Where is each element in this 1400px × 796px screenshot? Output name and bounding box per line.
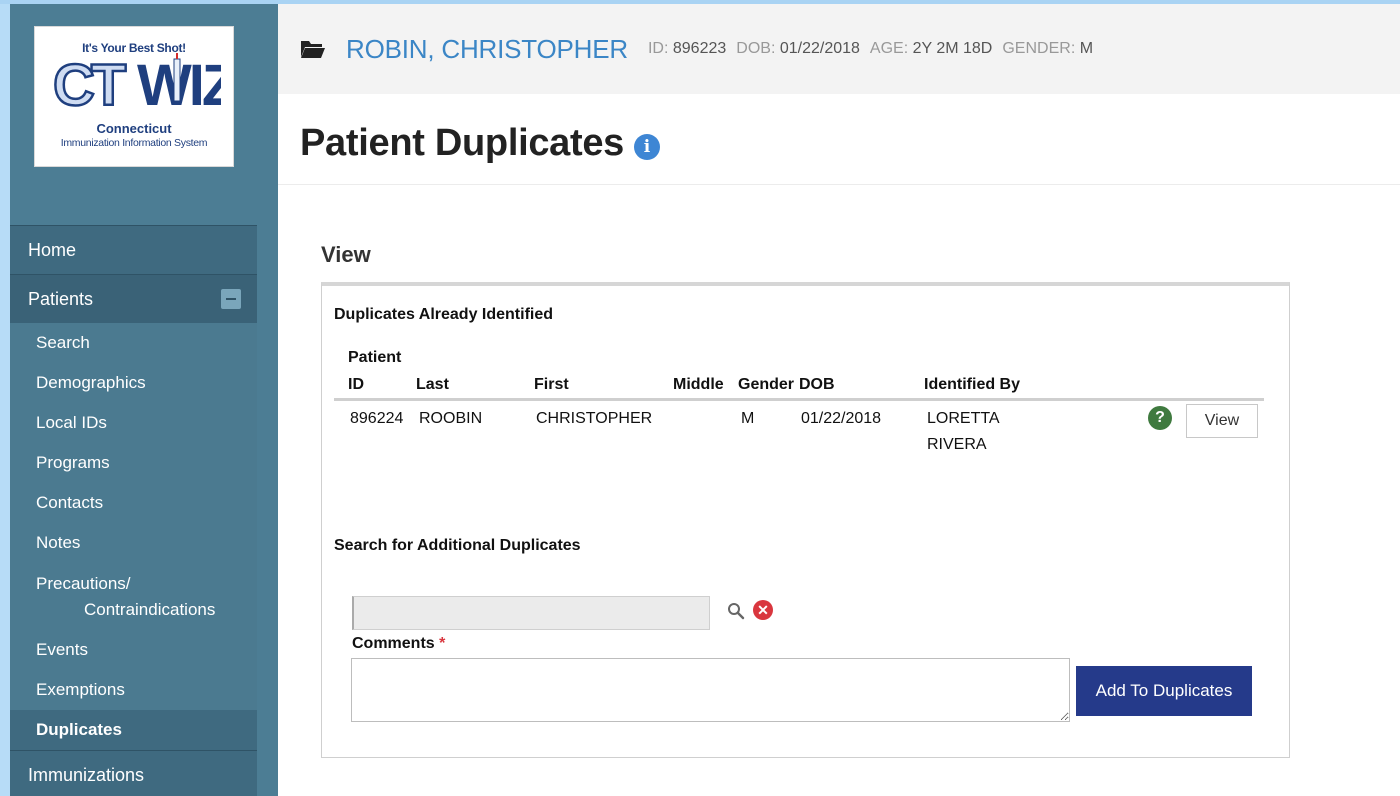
main-content: ROBIN, CHRISTOPHER ID: 896223 DOB: 01/22… [278,4,1400,796]
nav-sub-label: Programs [36,453,110,472]
cell-first: CHRISTOPHER [536,410,653,427]
patient-dob: DOB: 01/22/2018 [736,40,860,58]
patient-age-value: 2Y 2M 18D [912,40,993,57]
nav-sub-label: Notes [36,533,81,552]
cell-identified-by-line2: RIVERA [927,436,987,453]
nav-sub-label: Exemptions [36,680,125,699]
divider [278,184,1400,185]
nav-sub-label: Duplicates [36,720,122,739]
duplicate-search-input[interactable] [352,596,710,630]
nav-immunizations-label: Immunizations [28,764,145,785]
patient-id-label: ID: [647,40,669,57]
search-heading: Search for Additional Duplicates [334,537,581,554]
patient-name[interactable]: ROBIN, CHRISTOPHER [346,34,628,65]
clear-icon[interactable]: ✕ [753,600,773,620]
required-mark: * [439,635,446,652]
patient-age-label: AGE: [869,40,909,57]
nav-sub-label-line2: Contraindications [84,599,216,619]
nav-immunizations[interactable]: Immunizations [10,750,257,796]
nav-sub-label: Local IDs [36,413,107,432]
section-title: View [321,242,371,267]
search-icon[interactable] [727,602,745,620]
nav-patients-label: Patients [28,288,94,309]
page-title-row: Patient Duplicates i [300,122,661,165]
cell-identified-by: LORETTA [927,410,1000,427]
column-header-first: First [534,376,569,393]
patient-dob-value: 01/22/2018 [779,40,860,57]
sidebar: It's Your Best Shot! CT WIZ Connecticut … [10,4,278,796]
nav-sub-notes[interactable]: Notes [10,523,257,563]
column-header-last: Last [416,376,449,393]
comments-label-text: Comments [352,635,435,652]
folder-open-icon [301,41,325,58]
nav-sub-label: Events [36,640,88,659]
nav-sub-exemptions[interactable]: Exemptions [10,670,257,710]
column-header-dob: DOB [799,376,835,393]
patient-id: ID: 896223 [648,40,726,58]
patient-gender-value: M [1079,40,1094,57]
patient-id-value: 896223 [672,40,727,57]
column-header-patient: Patient [348,349,402,366]
logo-name: Connecticut [96,121,172,136]
nav-sub-label: Demographics [36,373,146,392]
table-header-rule [334,398,1264,401]
svg-text:CT: CT [53,53,126,111]
page-title: Patient Duplicates [300,122,625,164]
column-header-gender: Gender [738,376,795,393]
comments-label: Comments * [352,635,445,653]
sidebar-nav: Home Patients Search Demographics Local … [10,225,257,796]
cell-id: 896224 [350,410,404,427]
patient-dob-label: DOB: [736,40,776,57]
nav-sub-precautions[interactable]: Precautions/ Contraindications [10,563,257,630]
patient-age: AGE: 2Y 2M 18D [870,40,992,58]
column-header-identified-by: Identified By [924,376,1021,393]
nav-sub-programs[interactable]: Programs [10,443,257,483]
patient-gender-label: GENDER: [1002,40,1076,57]
nav-sub-demographics[interactable]: Demographics [10,363,257,403]
collapse-icon[interactable] [221,289,241,309]
nav-home[interactable]: Home [10,225,257,274]
nav-patients[interactable]: Patients [10,274,257,323]
cell-dob: 01/22/2018 [801,410,882,427]
cell-last: ROOBIN [419,410,483,427]
nav-sub-events[interactable]: Events [10,630,257,670]
nav-sub-label: Contacts [36,493,104,512]
view-button[interactable]: View [1186,404,1258,438]
column-header-middle: Middle [673,376,724,393]
logo-subtitle: Immunization Information System [60,137,208,149]
comments-field[interactable] [351,658,1070,722]
nav-home-label: Home [28,239,77,260]
ct-wiz-logo[interactable]: It's Your Best Shot! CT WIZ Connecticut … [34,26,234,167]
nav-sub-label: Precautions/ [36,573,131,593]
patient-gender: GENDER: M [1002,40,1093,58]
ct-wiz-wordmark-icon: CT WIZ [52,53,221,111]
nav-sub-local-ids[interactable]: Local IDs [10,403,257,443]
nav-sub-duplicates[interactable]: Duplicates [10,710,257,750]
help-icon[interactable]: ? [1148,406,1172,430]
add-to-duplicates-button[interactable]: Add To Duplicates [1076,666,1252,716]
column-header-id: ID [348,376,364,393]
cell-gender: M [741,410,755,427]
info-icon[interactable]: i [634,133,661,160]
nav-sub-search[interactable]: Search [10,323,257,363]
nav-sub-label: Search [36,333,90,352]
nav-sub-contacts[interactable]: Contacts [10,483,257,523]
patient-header: ROBIN, CHRISTOPHER ID: 896223 DOB: 01/22… [278,4,1400,94]
duplicates-heading: Duplicates Already Identified [334,306,554,323]
duplicates-panel: Duplicates Already Identified Patient ID… [321,282,1290,758]
